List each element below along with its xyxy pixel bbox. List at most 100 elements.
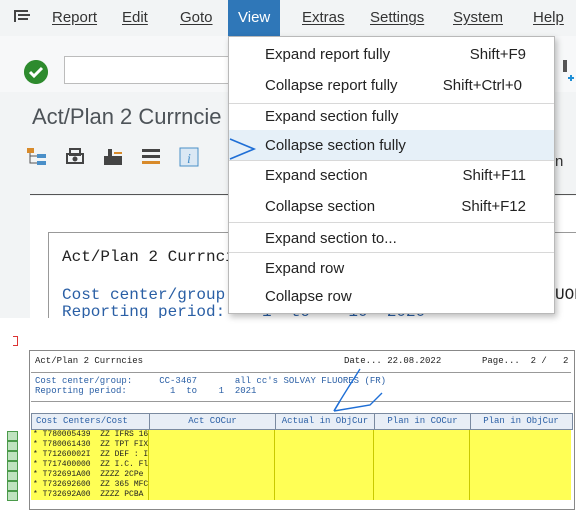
expand-row-icon[interactable] [7,451,18,461]
menu-item-label: Collapse report fully [265,77,398,94]
row-cell [374,480,470,490]
divider [31,372,571,373]
layout-icon[interactable] [140,146,162,168]
menu-item-label: Expand row [265,260,345,277]
print-icon[interactable] [64,146,86,168]
red-bracket-mark [13,336,18,346]
expand-row-icon[interactable] [7,491,18,501]
reporting-period-label: Reporting period: [62,303,226,318]
customize-icon[interactable] [555,58,575,88]
annotation-arrow-icon [229,138,257,160]
report2-title: Act/Plan 2 Currncies [35,356,144,366]
report2-reporting-period: Reporting period: 1 to 1 2021 [35,386,257,396]
menu-view[interactable]: View [228,0,281,36]
table-row[interactable]: * T780005439 ZZ IFRS 16 Cars [31,430,571,440]
menu-report[interactable]: Report [52,9,97,26]
row-cell [149,460,275,470]
table-header: Cost Centers/Cost Elements Act COCur Act… [31,413,573,441]
table-body: * T780005439 ZZ IFRS 16 Cars * T78006143… [31,430,571,504]
row-cell [275,480,374,490]
expand-row-icon[interactable] [7,461,18,471]
row-cell [374,450,470,460]
menu-item-expand-row[interactable]: Expand row [229,253,554,284]
expand-row-icon[interactable] [7,441,18,451]
row-cell [275,460,374,470]
info-icon[interactable]: i [178,146,200,168]
cut-off-text: UOR [555,286,576,304]
column-header[interactable]: Act COCur [150,414,276,429]
filter-icon[interactable] [102,146,124,168]
row-cell [374,490,470,500]
table-row[interactable]: * T732692A00 ZZZZ PCBA [31,490,571,500]
view-menu-dropdown: Expand report fully Shift+F9 Collapse re… [228,36,555,314]
menu-item-shortcut: Shift+F9 [469,46,526,63]
row-cell [275,490,374,500]
column-header[interactable]: Plan in ObjCur [471,414,571,429]
menu-item-expand-section-to[interactable]: Expand section to... [229,223,554,254]
menu-goto[interactable]: Goto [180,9,213,26]
menu-settings[interactable]: Settings [370,9,424,26]
row-cell [149,480,275,490]
menu-item-expand-report-fully[interactable]: Expand report fully Shift+F9 [229,39,554,70]
row-cell [275,440,374,450]
menu-system[interactable]: System [453,9,503,26]
table-row[interactable]: * T732692600 ZZ 365 MFC pure [31,480,571,490]
row-cell [374,430,470,440]
menu-extras[interactable]: Extras [302,9,345,26]
menu-item-collapse-section-fully[interactable]: Collapse section fully [229,130,554,161]
menu-item-label: Expand section fully [265,108,399,125]
toolbar-cut-text: n [555,153,564,170]
row-cell [275,430,374,440]
row-cell [275,450,374,460]
row-label: * T732691A00 ZZZZ 2CPe [33,470,149,480]
row-label: * T732692A00 ZZZZ PCBA [33,490,149,500]
menu-icon[interactable] [14,8,32,24]
row-cell [374,470,470,480]
row-label: * T71260002I ZZ DEF : Inciner [33,450,149,460]
menu-item-collapse-section[interactable]: Collapse section Shift+F12 [229,191,554,222]
menu-item-collapse-report-fully[interactable]: Collapse report fully Shift+Ctrl+0 [229,70,554,101]
row-cell [149,490,275,500]
expand-row-icon[interactable] [7,431,18,441]
row-cell [374,440,470,450]
table-row[interactable]: * T717400000 ZZ I.C. Fluorina [31,460,571,470]
ok-check-icon[interactable] [24,60,48,84]
menu-item-label: Expand section [265,167,368,184]
command-field[interactable] [64,56,236,84]
page-title: Act/Plan 2 Currncie [32,104,222,129]
report2-page: Page... 2 / 2 [482,356,569,366]
hierarchy-icon[interactable] [26,146,48,168]
svg-text:i: i [187,152,191,167]
table-row[interactable]: * T780061430 ZZ TPT FIXE COST [31,440,571,450]
row-cell [149,450,275,460]
report-title: Act/Plan 2 Currncie [62,248,245,266]
menu-item-label: Collapse section [265,198,376,215]
row-label: * T717400000 ZZ I.C. Fluorina [33,460,149,470]
menu-item-label: Expand section to... [265,230,397,247]
menu-item-shortcut: Shift+F11 [462,167,526,184]
table-row[interactable]: * T732691A00 ZZZZ 2CPe [31,470,571,480]
annotation-arrow-icon [333,368,383,412]
expand-row-icon[interactable] [7,471,18,481]
expand-row-icon[interactable] [7,481,18,491]
menu-item-expand-section[interactable]: Expand section Shift+F11 [229,160,554,191]
menu-help[interactable]: Help [533,9,564,26]
menu-item-label: Collapse section fully [265,137,406,154]
menu-item-shortcut: Shift+F12 [461,198,526,215]
menu-edit[interactable]: Edit [122,9,148,26]
row-cell [149,470,275,480]
column-header[interactable]: Cost Centers/Cost Elements [32,414,150,441]
divider [31,401,571,402]
row-cell [275,470,374,480]
menu-item-label: Expand report fully [265,46,391,63]
menu-item-expand-section-fully[interactable]: Expand section fully [229,101,554,132]
table-row[interactable]: * T71260002I ZZ DEF : Inciner [31,450,571,460]
row-cell [149,440,275,450]
menu-item-label: Collapse row [265,288,352,305]
row-cell [374,460,470,470]
menu-item-shortcut: Shift+Ctrl+0 [442,77,522,94]
menu-item-collapse-row[interactable]: Collapse row [229,281,554,312]
cost-center-label: Cost center/group: [62,286,235,304]
row-cell [149,430,275,440]
row-label: * T780061430 ZZ TPT FIXE COST [33,440,149,450]
